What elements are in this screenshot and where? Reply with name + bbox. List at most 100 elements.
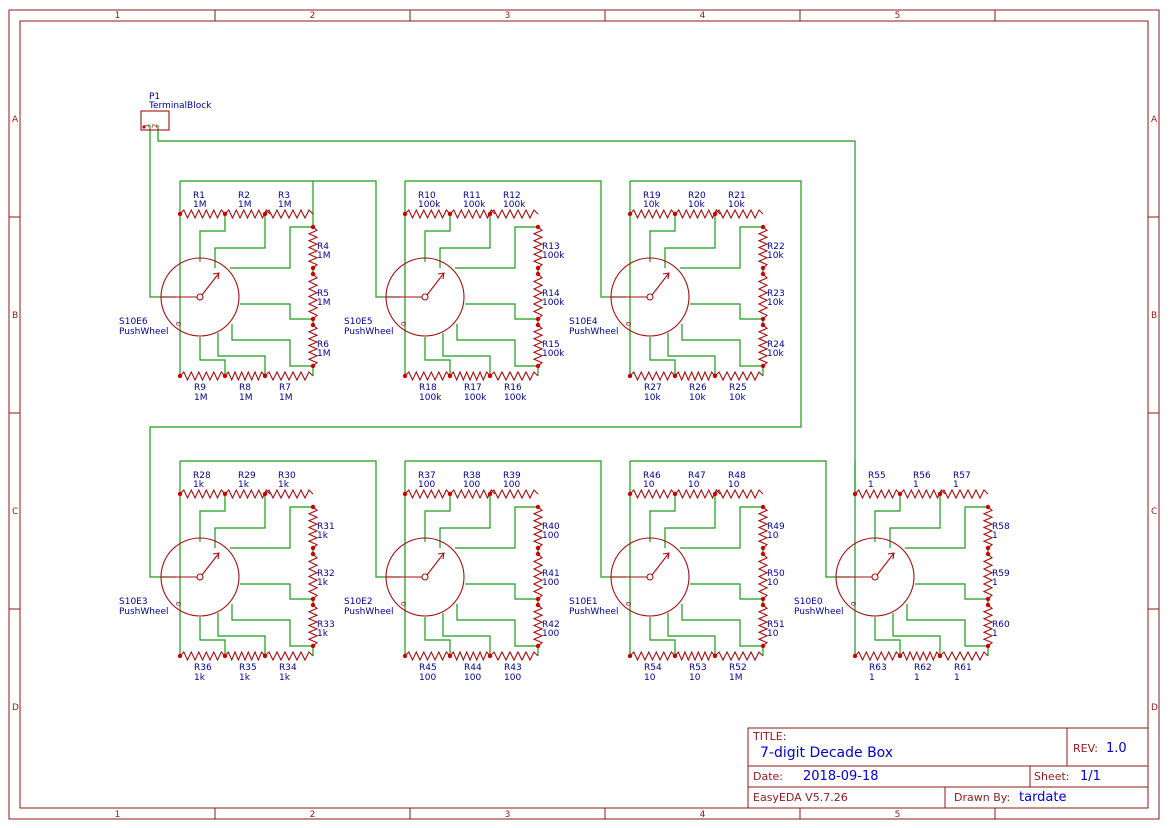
resistor[interactable]: R301k: [264, 471, 314, 500]
pushwheel-switch[interactable]: 0 S10E5PushWheel: [344, 257, 465, 337]
resistor[interactable]: R5310: [674, 650, 716, 683]
switch-value: PushWheel: [344, 327, 394, 337]
inner-border: [19, 20, 1149, 809]
switch-value: PushWheel: [794, 607, 844, 617]
switch-ref: S10E0: [794, 597, 823, 607]
resistor[interactable]: R321k: [307, 553, 335, 600]
resistor-value: 1M: [278, 200, 292, 210]
resistor[interactable]: R2310k: [757, 273, 785, 320]
resistor[interactable]: R15100k: [532, 324, 565, 367]
resistor[interactable]: R17100k: [449, 370, 491, 403]
resistor-value: 1: [869, 673, 875, 683]
pushwheel-switch[interactable]: 0 S10E3PushWheel: [119, 537, 240, 617]
resistor[interactable]: R81M: [224, 370, 266, 403]
resistor[interactable]: R12100k: [489, 191, 539, 220]
junction-dot: [627, 653, 633, 659]
pushwheel-switch[interactable]: 0 S10E2PushWheel: [344, 537, 465, 617]
resistor[interactable]: R2610k: [674, 370, 716, 403]
outer-border: [8, 9, 1160, 820]
resistor-value: 1k: [193, 480, 205, 490]
junction-dot: [712, 211, 718, 217]
junction-dot: [177, 653, 183, 659]
resistor[interactable]: R39100: [489, 471, 539, 500]
column-marker: 1: [115, 810, 121, 820]
resistor-value: 100k: [419, 393, 442, 403]
resistor-ref: R62: [914, 663, 932, 673]
resistor[interactable]: R37100: [404, 471, 451, 500]
resistor[interactable]: R571: [939, 471, 989, 500]
resistor[interactable]: R2710k: [629, 370, 676, 403]
resistor-value: 1k: [238, 480, 250, 490]
resistor[interactable]: R45100: [404, 650, 451, 683]
resistor[interactable]: R44100: [449, 650, 491, 683]
junction-dot: [760, 271, 766, 277]
resistor[interactable]: R341k: [264, 650, 314, 683]
resistor[interactable]: R1910k: [629, 191, 676, 220]
resistor-value: 1k: [194, 673, 206, 683]
resistor-ref: R35: [239, 663, 257, 673]
resistor[interactable]: R2210k: [757, 226, 785, 269]
resistor[interactable]: R41M: [307, 226, 331, 269]
resistor[interactable]: R42100: [532, 604, 560, 647]
resistor[interactable]: R5010: [757, 553, 785, 600]
resistor[interactable]: R621: [899, 650, 941, 683]
resistor[interactable]: R601: [982, 604, 1010, 647]
resistor[interactable]: R361k: [179, 650, 226, 683]
resistor[interactable]: R4610: [629, 471, 676, 500]
resistor-value: 10k: [689, 393, 706, 403]
resistor[interactable]: R71M: [264, 370, 314, 403]
resistor[interactable]: R61M: [307, 324, 331, 367]
resistor-value: 100k: [503, 200, 526, 210]
junction-dot: [985, 643, 991, 649]
resistor[interactable]: R611: [939, 650, 989, 683]
pushwheel-switch[interactable]: 0 S10E1PushWheel: [569, 537, 690, 617]
junction-dot: [897, 653, 903, 659]
junction-dot: [222, 211, 228, 217]
resistor-ref: R61: [954, 663, 972, 673]
resistor[interactable]: R4910: [757, 506, 785, 549]
resistor[interactable]: R18100k: [404, 370, 451, 403]
zone-markers: 1122334455A AB BC CD D: [9, 10, 1159, 820]
resistor[interactable]: R591: [982, 553, 1010, 600]
resistor[interactable]: R631: [854, 650, 901, 683]
resistor[interactable]: R16100k: [489, 370, 539, 403]
resistor[interactable]: R40100: [532, 506, 560, 549]
resistor-ref: R36: [194, 663, 212, 673]
junction-dot: [402, 211, 408, 217]
resistor[interactable]: R91M: [179, 370, 226, 403]
resistor[interactable]: R581: [982, 506, 1010, 549]
resistor[interactable]: R5410: [629, 650, 676, 683]
junction-dot: [760, 643, 766, 649]
resistor[interactable]: R351k: [224, 650, 266, 683]
pushwheel-switch[interactable]: 0 S10E4PushWheel: [569, 257, 690, 337]
resistor[interactable]: R331k: [307, 604, 335, 647]
switch-ref: S10E5: [344, 317, 373, 327]
resistor[interactable]: R13100k: [532, 226, 565, 269]
resistor[interactable]: R551: [854, 471, 901, 500]
resistor[interactable]: R4810: [714, 471, 764, 500]
junction-dot: [222, 653, 228, 659]
resistor-value: 10k: [688, 200, 705, 210]
resistor[interactable]: R51M: [307, 273, 331, 320]
junction-dot: [985, 551, 991, 557]
resistor[interactable]: R311k: [307, 506, 335, 549]
resistor[interactable]: R14100k: [532, 273, 565, 320]
resistor[interactable]: R521M: [714, 650, 764, 683]
resistor[interactable]: R43100: [489, 650, 539, 683]
resistor-value: 10k: [767, 298, 784, 308]
resistor[interactable]: R11M: [179, 191, 226, 220]
resistor[interactable]: R10100k: [404, 191, 451, 220]
junction-dot: [535, 504, 541, 510]
resistor[interactable]: R31M: [264, 191, 314, 220]
terminal-block-p1[interactable]: 1 2 P1 TerminalBlock: [140, 92, 212, 131]
resistor[interactable]: R2110k: [714, 191, 764, 220]
resistor[interactable]: R281k: [179, 471, 226, 500]
pushwheel-switch[interactable]: 0 S10E6PushWheel: [119, 257, 240, 337]
resistor[interactable]: R41100: [532, 553, 560, 600]
decade-stage: 0S10E3PushWheelR281kR291kR301kR311kR321k…: [119, 461, 335, 683]
resistor[interactable]: R5110: [757, 604, 785, 647]
resistor[interactable]: R2510k: [714, 370, 764, 403]
resistor[interactable]: R2410k: [757, 324, 785, 367]
junction-dot: [760, 504, 766, 510]
pushwheel-switch[interactable]: 0 S10E0PushWheel: [794, 537, 915, 617]
